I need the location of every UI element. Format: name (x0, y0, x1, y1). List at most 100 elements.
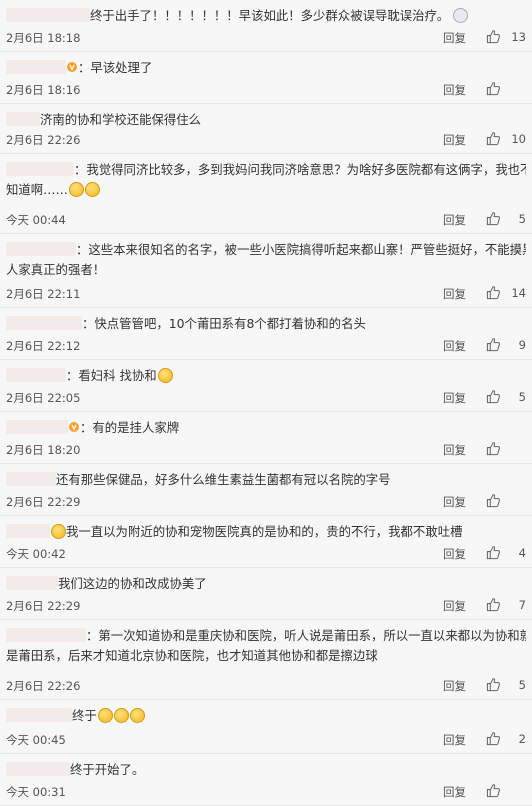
comment-text: ：早该处理了 (78, 60, 153, 75)
like-count: 9 (518, 338, 526, 352)
like-thumb-icon[interactable] (486, 337, 501, 352)
like-thumb-icon[interactable] (486, 285, 501, 300)
smiley-emoji-icon (51, 524, 66, 539)
reply-button[interactable]: 回复 (443, 390, 466, 406)
username-blurred[interactable] (6, 472, 56, 486)
comment-item: ：我觉得同济比较多，多到我妈问我同济啥意思？为啥好多医院都有这俩字，我也不 知道啊… (0, 154, 532, 234)
comment-meta: 今天 00:31 回复 (6, 784, 526, 800)
comment-list: 终于出手了！！！！！！！早该如此！多少群众被误导耽误治疗。 2月6日 18:18 回… (0, 0, 532, 806)
comment-text: ：我觉得同济比较多，多到我妈问我同济啥意思？为啥好多医院都有这俩字，我也不 (74, 162, 526, 177)
fire-badge-icon (66, 59, 78, 72)
comment-item: ：快点管管吧，10个莆田系有8个都打着协和的名头 2月6日 22:12 回复 9 (0, 308, 532, 360)
like-thumb-icon[interactable] (486, 731, 501, 746)
comment-item: 我一直以为附近的协和宠物医院真的是协和的，贵的不行，我都不敢吐槽 今天 00:42… (0, 516, 532, 568)
username-blurred[interactable] (6, 242, 76, 256)
like-count: 2 (518, 732, 526, 746)
comment-time: 2月6日 18:16 (6, 83, 81, 97)
avatar-emoji-icon (453, 8, 469, 23)
comment-text: 终于开始了。 (70, 762, 145, 777)
emoji-icon (113, 708, 129, 723)
comment-text-cont: 是莆田系，后来才知道北京协和医院，也才知道其他协和都是擦边球 (6, 648, 378, 663)
like-thumb-icon[interactable] (486, 441, 501, 456)
like-thumb-icon[interactable] (486, 493, 501, 508)
username-blurred[interactable] (6, 762, 70, 776)
username-blurred[interactable] (6, 368, 66, 382)
username-blurred[interactable] (6, 420, 68, 434)
like-thumb-icon[interactable] (486, 677, 501, 692)
crying-emoji-icon (84, 182, 100, 197)
emoji-icon (129, 708, 145, 723)
comment-time: 今天 00:31 (6, 785, 66, 799)
comment-meta: 2月6日 22:05 回复 5 (6, 390, 526, 406)
comment-time: 2月6日 22:26 (6, 679, 81, 693)
vip-badge-icon (68, 419, 80, 432)
comment-meta: 今天 00:42 回复 4 (6, 546, 526, 562)
comment-time: 2月6日 22:29 (6, 495, 81, 509)
reply-button[interactable]: 回复 (443, 338, 466, 354)
like-thumb-icon[interactable] (486, 545, 501, 560)
comment-time: 2月6日 22:05 (6, 391, 81, 405)
comment-meta: 2月6日 22:29 回复 (6, 494, 526, 510)
comment-text: 我们这边的协和改成协美了 (58, 576, 207, 591)
comment-item: ：早该处理了 2月6日 18:16 回复 (0, 52, 532, 104)
like-thumb-icon[interactable] (486, 211, 501, 226)
reply-button[interactable]: 回复 (443, 732, 466, 748)
comment-time: 2月6日 22:26 (6, 133, 81, 147)
like-count: 4 (518, 546, 526, 560)
comment-item: 终于出手了！！！！！！！早该如此！多少群众被误导耽误治疗。 2月6日 18:18 回… (0, 0, 532, 52)
username-blurred[interactable] (6, 112, 40, 126)
comment-time: 今天 00:45 (6, 733, 66, 747)
comment-time: 2月6日 18:20 (6, 443, 81, 457)
comment-text: 终于 (72, 708, 97, 723)
reply-button[interactable]: 回复 (443, 546, 466, 562)
comment-item: 济南的协和学校还能保得住么 2月6日 22:26 回复 10 (0, 104, 532, 154)
like-count: 13 (511, 30, 526, 44)
comment-item: 终于开始了。 今天 00:31 回复 (0, 754, 532, 806)
reply-button[interactable]: 回复 (443, 678, 466, 694)
reply-button[interactable]: 回复 (443, 494, 466, 510)
username-blurred[interactable] (6, 316, 82, 330)
reply-button[interactable]: 回复 (443, 132, 466, 148)
comment-meta: 2月6日 22:26 回复 5 (6, 678, 526, 694)
comment-meta: 2月6日 22:12 回复 9 (6, 338, 526, 354)
comment-text-cont: 知道啊…… (6, 182, 68, 197)
reply-button[interactable]: 回复 (443, 212, 466, 228)
like-thumb-icon[interactable] (486, 597, 501, 612)
like-thumb-icon[interactable] (486, 389, 501, 404)
comment-time: 今天 00:42 (6, 547, 66, 561)
username-blurred[interactable] (6, 8, 90, 22)
comment-time: 2月6日 22:12 (6, 339, 81, 353)
comment-item: ：有的是挂人家牌 2月6日 18:20 回复 (0, 412, 532, 464)
username-blurred[interactable] (6, 628, 86, 642)
comment-meta: 2月6日 22:26 回复 10 (6, 132, 526, 148)
comment-text-cont: 人家真正的强者！ (6, 262, 106, 277)
username-blurred[interactable] (6, 60, 66, 74)
like-count: 5 (518, 390, 526, 404)
reply-button[interactable]: 回复 (443, 82, 466, 98)
comment-text: 终于出手了！！！！！！！早该如此！多少群众被误导耽误治疗。 (90, 8, 450, 23)
comment-item: 我们这边的协和改成协美了 2月6日 22:29 回复 7 (0, 568, 532, 620)
like-count: 7 (518, 598, 526, 612)
username-blurred[interactable] (6, 576, 58, 590)
reply-button[interactable]: 回复 (443, 442, 466, 458)
comment-item: 还有那些保健品，好多什么维生素益生菌都有冠以名院的字号 2月6日 22:29 回复 (0, 464, 532, 516)
like-thumb-icon[interactable] (486, 81, 501, 96)
comment-meta: 2月6日 22:29 回复 7 (6, 598, 526, 614)
username-blurred[interactable] (6, 162, 74, 176)
like-thumb-icon[interactable] (486, 131, 501, 146)
reply-button[interactable]: 回复 (443, 30, 466, 46)
comment-time: 2月6日 18:18 (6, 31, 81, 45)
comment-text: 我一直以为附近的协和宠物医院真的是协和的，贵的不行，我都不敢吐槽 (66, 524, 463, 539)
comment-item: ：看妇科 找协和 2月6日 22:05 回复 5 (0, 360, 532, 412)
comment-time: 今天 00:44 (6, 213, 66, 227)
reply-button[interactable]: 回复 (443, 598, 466, 614)
comment-text: ：快点管管吧，10个莆田系有8个都打着协和的名头 (82, 316, 366, 331)
reply-button[interactable]: 回复 (443, 784, 466, 800)
like-thumb-icon[interactable] (486, 783, 501, 798)
username-blurred[interactable] (6, 524, 50, 538)
comment-meta: 今天 00:44 回复 5 (6, 212, 526, 228)
username-blurred[interactable] (6, 708, 72, 722)
comment-item: ：这些本来很知名的名字，被一些小医院搞得听起来都山寨！严管些挺好，不能摸黑 人家真… (0, 234, 532, 308)
reply-button[interactable]: 回复 (443, 286, 466, 302)
like-thumb-icon[interactable] (486, 29, 501, 44)
